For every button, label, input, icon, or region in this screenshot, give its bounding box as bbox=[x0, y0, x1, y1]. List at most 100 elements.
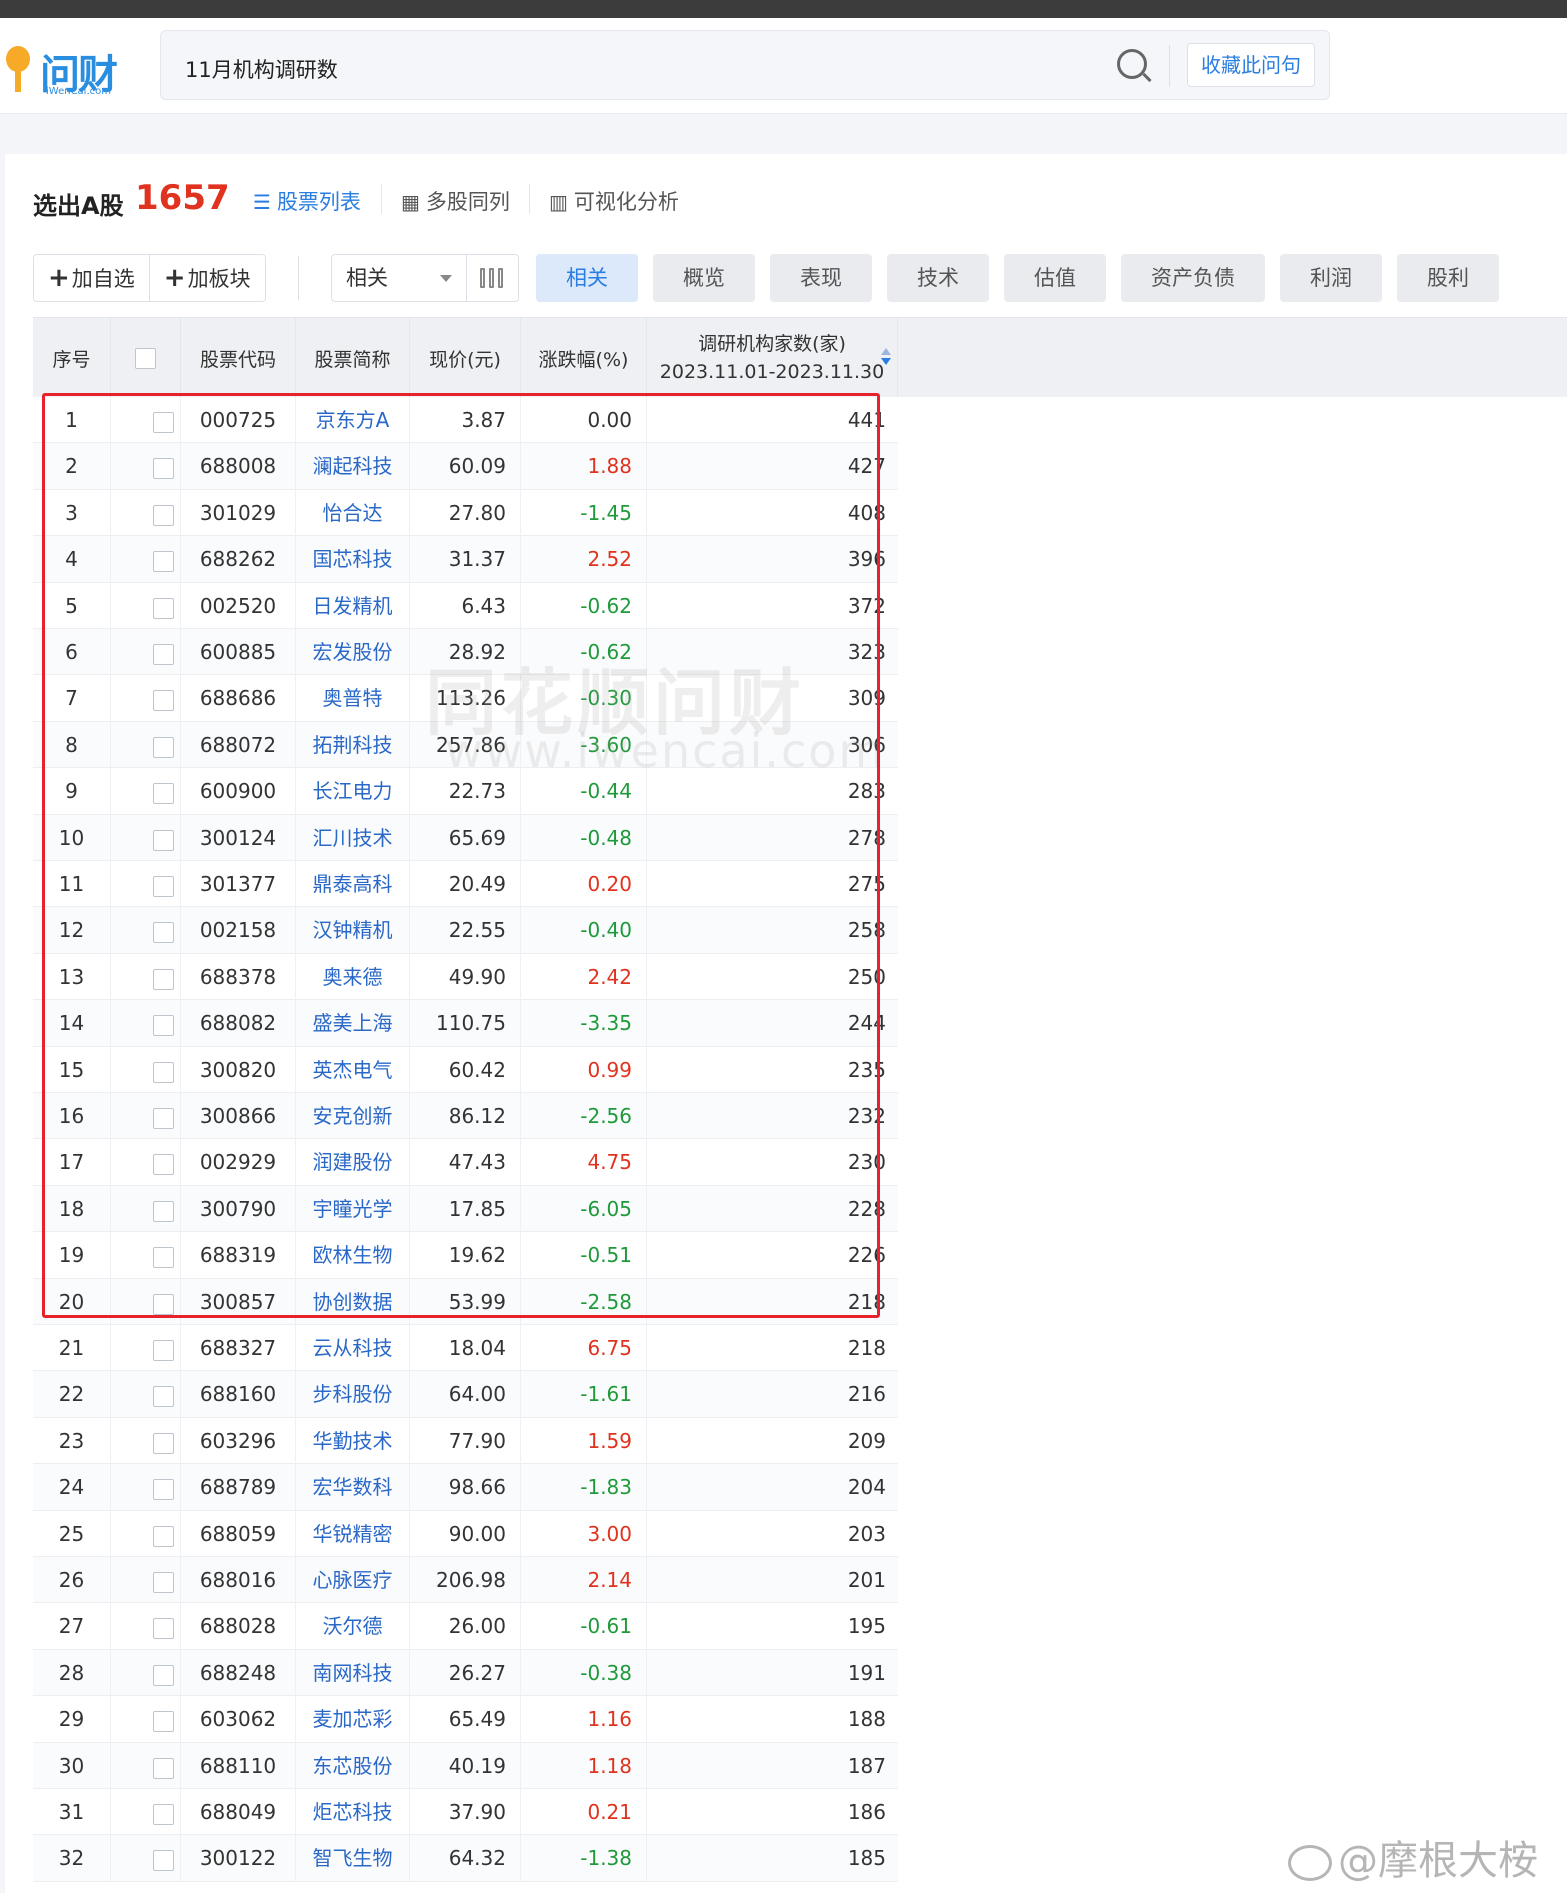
stock-name-link[interactable]: 云从科技 bbox=[296, 1325, 410, 1371]
table-row[interactable]: 12 002158 汉钟精机 22.55 -0.40 258 bbox=[33, 907, 898, 954]
stock-name-link[interactable]: 京东方A bbox=[296, 397, 410, 443]
stock-name-link[interactable]: 欧林生物 bbox=[296, 1232, 410, 1279]
stock-name-link[interactable]: 南网科技 bbox=[296, 1649, 410, 1696]
checkbox[interactable] bbox=[153, 1340, 174, 1361]
checkbox[interactable] bbox=[153, 1664, 174, 1686]
stock-name-link[interactable]: 麦加芯彩 bbox=[296, 1696, 410, 1743]
row-checkbox[interactable] bbox=[111, 1696, 181, 1743]
stock-name-link[interactable]: 澜起科技 bbox=[296, 443, 410, 490]
table-row[interactable]: 7 688686 奥普特 113.26 -0.30 309 bbox=[33, 675, 898, 722]
header-change[interactable]: 涨跌幅(%) bbox=[521, 318, 647, 398]
table-row[interactable]: 3 301029 怡合达 27.80 -1.45 408 bbox=[33, 489, 898, 537]
table-row[interactable]: 24 688789 宏华数科 98.66 -1.83 204 bbox=[33, 1464, 898, 1511]
stock-name-link[interactable]: 汉钟精机 bbox=[296, 907, 410, 954]
row-checkbox[interactable] bbox=[111, 536, 181, 583]
tab-technical[interactable]: 技术 bbox=[887, 254, 989, 302]
checkbox[interactable] bbox=[153, 1108, 174, 1129]
stock-name-link[interactable]: 日发精机 bbox=[296, 582, 410, 629]
select-all-checkbox[interactable] bbox=[135, 347, 156, 369]
tab-related[interactable]: 相关 bbox=[536, 254, 638, 302]
checkbox[interactable] bbox=[153, 1618, 174, 1640]
checkbox[interactable] bbox=[153, 690, 174, 712]
row-checkbox[interactable] bbox=[111, 1185, 181, 1232]
checkbox[interactable] bbox=[153, 1015, 174, 1037]
stock-name-link[interactable]: 国芯科技 bbox=[296, 536, 410, 583]
checkbox[interactable] bbox=[153, 1247, 174, 1269]
stock-name-link[interactable]: 沃尔德 bbox=[296, 1603, 410, 1650]
table-row[interactable]: 4 688262 国芯科技 31.37 2.52 396 bbox=[33, 536, 898, 583]
header-survey-count[interactable]: 调研机构家数(家) 2023.11.01-2023.11.30 bbox=[647, 318, 898, 398]
search-box[interactable]: 11月机构调研数 收藏此问句 bbox=[160, 30, 1330, 100]
row-checkbox[interactable] bbox=[111, 1278, 181, 1325]
row-checkbox[interactable] bbox=[111, 1649, 181, 1696]
search-icon[interactable] bbox=[1117, 49, 1147, 79]
table-row[interactable]: 19 688319 欧林生物 19.62 -0.51 226 bbox=[33, 1232, 898, 1279]
stock-name-link[interactable]: 奥来德 bbox=[296, 953, 410, 1000]
row-checkbox[interactable] bbox=[111, 953, 181, 1000]
table-row[interactable]: 21 688327 云从科技 18.04 6.75 218 bbox=[33, 1325, 898, 1372]
table-row[interactable]: 29 603062 麦加芯彩 65.49 1.16 188 bbox=[33, 1696, 898, 1743]
stock-name-link[interactable]: 英杰电气 bbox=[296, 1046, 410, 1093]
header-price[interactable]: 现价(元) bbox=[410, 318, 521, 398]
row-checkbox[interactable] bbox=[111, 1464, 181, 1511]
header-name[interactable]: 股票简称 bbox=[296, 318, 410, 398]
checkbox[interactable] bbox=[153, 876, 174, 897]
row-checkbox[interactable] bbox=[111, 582, 181, 629]
stock-name-link[interactable]: 心脉医疗 bbox=[296, 1557, 410, 1603]
row-checkbox[interactable] bbox=[111, 675, 181, 722]
stock-name-link[interactable]: 奥普特 bbox=[296, 675, 410, 722]
table-row[interactable]: 15 300820 英杰电气 60.42 0.99 235 bbox=[33, 1046, 898, 1093]
column-settings-button[interactable] bbox=[467, 254, 519, 302]
checkbox[interactable] bbox=[153, 1757, 174, 1779]
checkbox[interactable] bbox=[153, 504, 174, 526]
row-checkbox[interactable] bbox=[111, 1742, 181, 1789]
table-row[interactable]: 18 300790 宇瞳光学 17.85 -6.05 228 bbox=[33, 1185, 898, 1233]
checkbox[interactable] bbox=[153, 1850, 174, 1872]
add-block-button[interactable]: +加板块 bbox=[148, 255, 265, 301]
table-row[interactable]: 30 688110 东芯股份 40.19 1.18 187 bbox=[33, 1742, 898, 1789]
table-row[interactable]: 9 600900 长江电力 22.73 -0.44 283 bbox=[33, 768, 898, 815]
checkbox[interactable] bbox=[153, 412, 174, 433]
checkbox[interactable] bbox=[153, 1479, 174, 1501]
row-checkbox[interactable] bbox=[111, 489, 181, 536]
row-checkbox[interactable] bbox=[111, 1510, 181, 1557]
row-checkbox[interactable] bbox=[111, 907, 181, 954]
table-row[interactable]: 27 688028 沃尔德 26.00 -0.61 195 bbox=[33, 1603, 898, 1650]
header-select-all[interactable] bbox=[111, 318, 181, 398]
row-checkbox[interactable] bbox=[111, 768, 181, 815]
checkbox[interactable] bbox=[153, 1293, 174, 1315]
tab-multi-compare[interactable]: ▦ 多股同列 bbox=[401, 186, 510, 216]
table-row[interactable]: 8 688072 拓荆科技 257.86 -3.60 306 bbox=[33, 721, 898, 769]
tab-overview[interactable]: 概览 bbox=[653, 254, 755, 302]
row-checkbox[interactable] bbox=[111, 1093, 181, 1139]
stock-name-link[interactable]: 汇川技术 bbox=[296, 814, 410, 861]
checkbox[interactable] bbox=[153, 736, 174, 758]
checkbox[interactable] bbox=[153, 644, 174, 665]
stock-name-link[interactable]: 智飞生物 bbox=[296, 1835, 410, 1882]
stock-name-link[interactable]: 宇瞳光学 bbox=[296, 1185, 410, 1232]
stock-name-link[interactable]: 协创数据 bbox=[296, 1278, 410, 1325]
checkbox[interactable] bbox=[153, 597, 174, 619]
checkbox[interactable] bbox=[153, 458, 174, 480]
checkbox[interactable] bbox=[153, 1061, 174, 1083]
stock-name-link[interactable]: 宏发股份 bbox=[296, 629, 410, 675]
stock-name-link[interactable]: 安克创新 bbox=[296, 1093, 410, 1139]
stock-name-link[interactable]: 长江电力 bbox=[296, 768, 410, 815]
checkbox[interactable] bbox=[153, 1154, 174, 1176]
table-row[interactable]: 16 300866 安克创新 86.12 -2.56 232 bbox=[33, 1093, 898, 1140]
search-input[interactable]: 11月机构调研数 bbox=[185, 54, 338, 84]
row-checkbox[interactable] bbox=[111, 443, 181, 490]
table-row[interactable]: 31 688049 炬芯科技 37.90 0.21 186 bbox=[33, 1789, 898, 1836]
stock-name-link[interactable]: 怡合达 bbox=[296, 489, 410, 536]
tab-profit[interactable]: 利润 bbox=[1280, 254, 1382, 302]
save-question-button[interactable]: 收藏此问句 bbox=[1187, 43, 1315, 87]
table-row[interactable]: 13 688378 奥来德 49.90 2.42 250 bbox=[33, 953, 898, 1001]
row-checkbox[interactable] bbox=[111, 1232, 181, 1279]
stock-name-link[interactable]: 鼎泰高科 bbox=[296, 861, 410, 907]
tab-balance-sheet[interactable]: 资产负债 bbox=[1121, 254, 1265, 302]
row-checkbox[interactable] bbox=[111, 1789, 181, 1835]
table-row[interactable]: 23 603296 华勤技术 77.90 1.59 209 bbox=[33, 1417, 898, 1465]
row-checkbox[interactable] bbox=[111, 1835, 181, 1882]
row-checkbox[interactable] bbox=[111, 1557, 181, 1603]
row-checkbox[interactable] bbox=[111, 1046, 181, 1093]
